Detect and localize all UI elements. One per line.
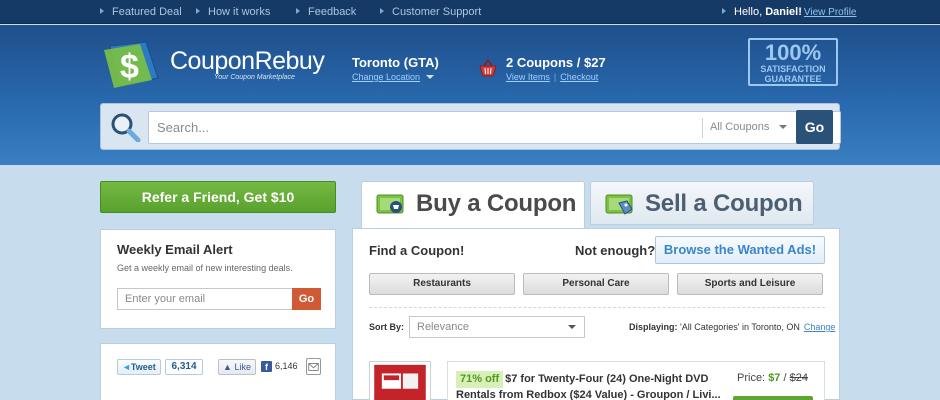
chevron-down-icon [779,125,788,129]
chevron-right-icon [722,8,726,14]
search-icon [111,113,141,142]
location-city: Toronto (GTA) [352,55,439,70]
facebook-like-count: 6,146 [275,361,298,371]
facebook-icon: f [261,361,272,372]
email-alert-description: Get a weekly email of new interesting de… [117,263,293,273]
nav-how-it-works[interactable]: How it works [196,6,270,18]
chevron-down-icon [426,75,435,79]
coupon-price: Price: $7 / $24 [737,372,808,384]
category-restaurants-button[interactable]: Restaurants [369,273,515,295]
user-name: Daniel! [765,6,802,18]
logo-tagline: Your Coupon Marketplace [214,74,295,81]
cart-summary: 2 Coupons / $27 View Items | Checkout [506,55,606,82]
chevron-right-icon [380,8,384,14]
basket-icon[interactable] [478,58,498,78]
browse-wanted-ads-button[interactable]: Browse the Wanted Ads! [655,236,825,264]
divider [702,118,703,138]
coupon-search-panel: Find a Coupon! Not enough? Browse the Wa… [352,228,840,400]
email-field[interactable] [118,289,293,309]
tab-buy-coupon[interactable]: Buy a Coupon [361,181,585,229]
coupon-tag-icon [605,194,633,215]
coupon-listing[interactable]: 71% off $7 for Twenty-Four (24) One-Night… [447,361,825,400]
not-enough-label: Not enough? [575,243,656,258]
social-box: ◄Tweet 6,314 ▲ Like f 6,146 [100,343,336,400]
category-sports-leisure-button[interactable]: Sports and Leisure [677,273,823,295]
refer-friend-button[interactable]: Refer a Friend, Get $10 [100,181,336,213]
view-profile-link[interactable]: View Profile [804,7,857,18]
discount-badge: 71% off [456,371,504,388]
email-field-wrapper [117,288,293,310]
find-coupon-title: Find a Coupon! [369,243,465,258]
view-items-link[interactable]: View Items [506,72,550,82]
nav-featured-deal[interactable]: Featured Deal [100,6,182,18]
email-alert-box: Weekly Email Alert Get a weekly email of… [100,229,336,329]
like-button[interactable]: ▲ Like [218,359,256,375]
tab-sell-label: Sell a Coupon [645,190,803,217]
category-select[interactable]: All Coupons [710,121,788,133]
tweet-count: 6,314 [165,359,203,375]
satisfaction-guarantee-badge: 100% SATISFACTION GUARANTEE [748,38,838,86]
coupon-cart-icon [376,194,404,214]
cart-count: 2 Coupons / $27 [506,55,606,70]
coupon-title[interactable]: 71% off $7 for Twenty-Four (24) One-Night… [456,371,726,400]
chevron-right-icon [296,8,300,14]
displaying-filter: Displaying: 'All Categories' in Toronto,… [629,322,836,332]
search-field: All Coupons [148,111,841,144]
search-go-button[interactable]: Go [796,110,833,144]
top-bar: Featured Deal How it works Feedback Cust… [0,0,940,24]
user-greeting: Hello, Daniel! View Profile [722,6,857,18]
location-selector[interactable]: Toronto (GTA) Change Location [352,55,439,82]
chevron-right-icon [196,8,200,14]
logo-icon[interactable]: $ [100,40,162,88]
chevron-right-icon [100,8,104,14]
tab-sell-coupon[interactable]: Sell a Coupon [590,181,814,225]
search-bar: All Coupons Go [100,103,841,150]
chevron-down-icon [568,325,576,329]
thumbs-up-icon: ▲ [223,362,232,372]
coupon-thumbnail[interactable] [369,361,431,400]
tweet-button[interactable]: ◄Tweet [117,359,161,375]
nav-customer-support[interactable]: Customer Support [380,6,481,18]
search-input[interactable] [149,112,699,143]
checkout-link[interactable]: Checkout [560,72,598,82]
twitter-bird-icon: ◄ [122,362,131,372]
email-alert-title: Weekly Email Alert [117,242,233,257]
svg-text:$: $ [120,48,139,86]
email-share-icon[interactable] [306,358,321,375]
sort-by-label: Sort By: [369,322,405,332]
email-go-button[interactable]: Go [292,288,321,310]
logo-text[interactable]: CouponRebuy [170,47,325,76]
divider [369,307,825,308]
tab-buy-label: Buy a Coupon [416,190,577,217]
category-personal-care-button[interactable]: Personal Care [523,273,669,295]
nav-feedback[interactable]: Feedback [296,6,356,18]
change-filter-link[interactable]: Change [804,322,836,332]
change-location-link[interactable]: Change Location [352,72,439,82]
sort-select[interactable]: Relevance [409,316,585,338]
buy-coupon-button[interactable] [733,396,813,400]
